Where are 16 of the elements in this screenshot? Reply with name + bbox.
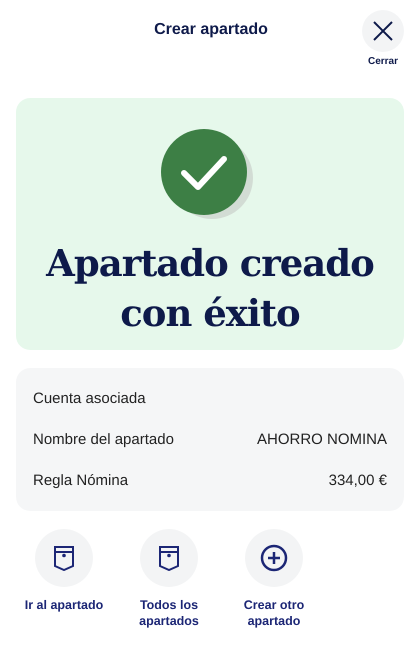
detail-value: AHORRO NOMINA	[256, 431, 387, 448]
close-icon	[373, 21, 393, 41]
detail-label: Nombre del apartado	[33, 431, 174, 448]
close-label: Cerrar	[368, 56, 398, 67]
screen-title: Crear apartado	[153, 21, 269, 39]
detail-label: Regla Nómina	[33, 472, 128, 489]
action-label[interactable]: Todos los apartados	[125, 597, 213, 629]
action-label[interactable]: Crear otro apartado	[230, 597, 318, 629]
detail-value: 334,00 €	[328, 472, 387, 489]
action-label[interactable]: Ir al apartado	[24, 597, 104, 613]
pocket-icon	[53, 545, 75, 571]
pocket-icon	[158, 545, 180, 571]
close-button[interactable]	[362, 10, 404, 52]
plus-circle-icon	[260, 544, 288, 572]
detail-label: Cuenta asociada	[33, 390, 146, 407]
success-heading: Apartado creado con éxito	[44, 240, 375, 337]
